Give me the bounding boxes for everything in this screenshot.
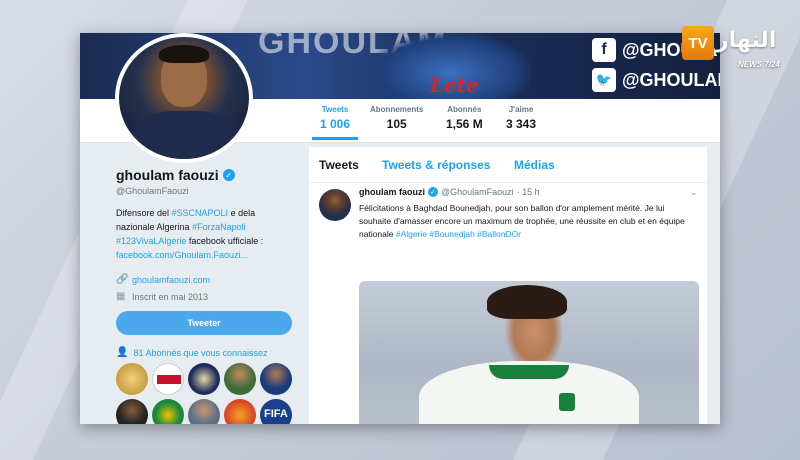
verified-icon: ✓ bbox=[428, 187, 438, 197]
photo-collar bbox=[489, 365, 569, 379]
profile-avatar[interactable] bbox=[115, 33, 253, 163]
follower-avatar[interactable] bbox=[152, 363, 184, 395]
tweet-author-avatar[interactable] bbox=[319, 189, 351, 221]
tweet-header: ghoulam faouzi ✓ @GhoulamFaouzi · 15 h bbox=[359, 187, 540, 197]
follower-avatar[interactable]: FIFA bbox=[260, 399, 292, 424]
profile-joined: Inscrit en mai 2013 bbox=[132, 291, 209, 302]
tweet-hashtags[interactable]: #Algerie #Bounedjah #BallonDOr bbox=[396, 229, 521, 239]
profile-name-row: ghoulam faouzi ✓ bbox=[116, 167, 296, 183]
tab-media[interactable]: Médias bbox=[514, 158, 555, 172]
tweet-photo[interactable] bbox=[359, 281, 699, 424]
stat-label: Abonnements bbox=[370, 105, 424, 114]
stat-value: 1,56 M bbox=[446, 117, 483, 131]
chevron-down-icon[interactable]: ⌄ bbox=[690, 187, 698, 198]
channel-tagline: NEWS 7/24 bbox=[738, 60, 780, 69]
profile-website[interactable]: ghoulamfaouzi.com bbox=[132, 275, 210, 285]
tweet-time[interactable]: · 15 h bbox=[517, 187, 540, 197]
photo-crest bbox=[559, 393, 575, 411]
stat-value: 1 006 bbox=[320, 117, 351, 131]
follower-avatar[interactable] bbox=[260, 363, 292, 395]
channel-name: النهار bbox=[716, 28, 777, 53]
bio-text: Difensore del bbox=[116, 208, 172, 218]
user-icon: 👤 bbox=[116, 347, 129, 358]
follower-avatar[interactable] bbox=[116, 363, 148, 395]
stat-label: Abonnés bbox=[447, 105, 482, 114]
twitter-profile-screen: GHOULAM Lete f @GHOULA 🐦 @GHOULAM Tweets… bbox=[80, 33, 720, 424]
profile-website-row: 🔗 ghoulamfaouzi.com bbox=[116, 274, 296, 285]
tab-tweets[interactable]: Tweets bbox=[319, 158, 359, 172]
follower-avatar[interactable] bbox=[188, 363, 220, 395]
mutual-followers-label: 81 Abonnés que vous connaissez bbox=[133, 347, 268, 358]
profile-handle[interactable]: @GhoulamFaouzi bbox=[116, 186, 296, 196]
avatar-hair bbox=[159, 45, 209, 63]
profile-bio: Difensore del #SSCNAPOLI e dela nazional… bbox=[116, 206, 296, 262]
tweet-author-handle[interactable]: @GhoulamFaouzi bbox=[441, 187, 514, 197]
tv-logo-icon: TV bbox=[682, 26, 714, 60]
bio-hashtag[interactable]: #123VivaLAlgerie bbox=[116, 236, 186, 246]
bio-text: facebook ufficiale : bbox=[186, 236, 264, 246]
stat-tweets[interactable]: Tweets 1 006 bbox=[311, 105, 359, 140]
stat-label: Tweets bbox=[321, 105, 349, 114]
follower-logo-mark bbox=[157, 375, 181, 384]
link-icon: 🔗 bbox=[116, 274, 129, 285]
tweet-button[interactable]: Tweeter bbox=[116, 311, 292, 335]
timeline-panel: Tweets Tweets & réponses Médias ghoulam … bbox=[309, 147, 707, 424]
timeline-tabs: Tweets Tweets & réponses Médias bbox=[309, 147, 707, 183]
calendar-icon: ▦ bbox=[116, 291, 126, 302]
mutual-followers-row[interactable]: 👤 81 Abonnés que vous connaissez bbox=[116, 347, 268, 358]
follower-avatar[interactable] bbox=[224, 399, 256, 424]
tweet-text: Félicitations à Baghdad Bounedjah, pour … bbox=[359, 202, 694, 241]
tab-tweets-replies[interactable]: Tweets & réponses bbox=[382, 158, 490, 172]
facebook-icon: f bbox=[592, 38, 616, 62]
stat-value: 105 bbox=[386, 117, 407, 131]
stat-label: J'aime bbox=[508, 105, 534, 114]
bio-hashtag[interactable]: #SSCNAPOLI bbox=[172, 208, 229, 218]
fifa-logo-icon: FIFA bbox=[264, 408, 288, 420]
bio-link[interactable]: facebook.com/Ghoulam.Faouzi... bbox=[116, 250, 248, 260]
verified-icon: ✓ bbox=[222, 169, 235, 181]
follower-avatar[interactable] bbox=[116, 399, 148, 424]
avatar-shirt bbox=[131, 111, 241, 159]
photo-hair bbox=[487, 285, 567, 319]
profile-card: ghoulam faouzi ✓ @GhoulamFaouzi Difensor… bbox=[116, 167, 296, 302]
stat-following[interactable]: Abonnements 105 bbox=[370, 105, 423, 131]
profile-joined-row: ▦ Inscrit en mai 2013 bbox=[116, 291, 296, 302]
follower-avatar[interactable] bbox=[152, 399, 184, 424]
tweet-author-name[interactable]: ghoulam faouzi bbox=[359, 187, 425, 197]
twitter-icon: 🐦 bbox=[592, 68, 616, 92]
stat-followers[interactable]: Abonnés 1,56 M bbox=[446, 105, 483, 131]
stat-likes[interactable]: J'aime 3 343 bbox=[506, 105, 536, 131]
banner-shirt-text: Lete bbox=[430, 73, 479, 97]
follower-avatar[interactable] bbox=[224, 363, 256, 395]
profile-name[interactable]: ghoulam faouzi bbox=[116, 167, 219, 183]
stat-value: 3 343 bbox=[506, 117, 537, 131]
channel-logo: TV النهار NEWS 7/24 bbox=[682, 26, 792, 74]
bio-hashtag[interactable]: #ForzaNapoli bbox=[192, 222, 246, 232]
follower-avatar[interactable] bbox=[188, 399, 220, 424]
